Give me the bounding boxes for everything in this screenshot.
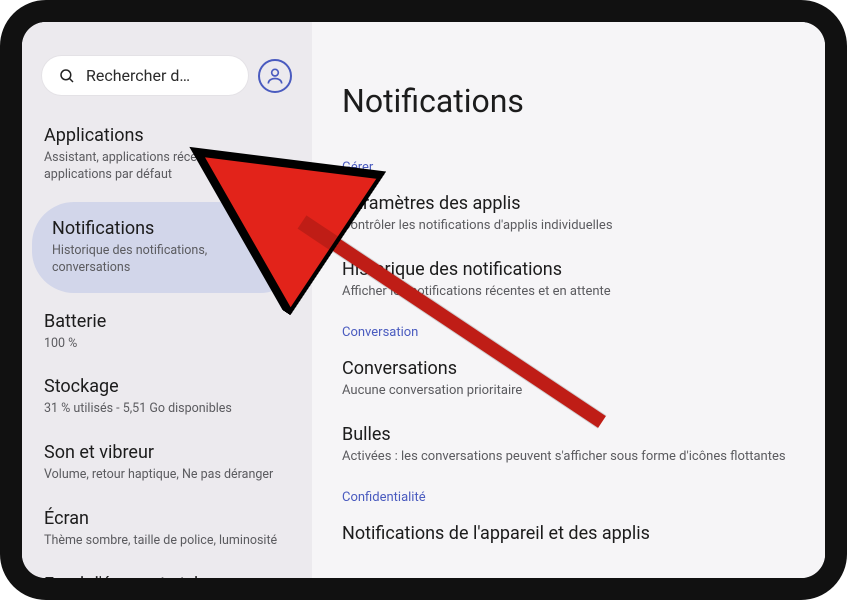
sidebar-item-title: Applications	[44, 125, 290, 146]
setting-title: Historique des notifications	[342, 259, 795, 280]
settings-sidebar: Rechercher d… Applications Assistant, ap…	[22, 22, 312, 578]
sidebar-item-title: Batterie	[44, 311, 290, 332]
sidebar-item-subtitle: Historique des notifications, conversati…	[52, 243, 282, 277]
setting-subtitle: Activées : les conversations peuvent s'a…	[342, 449, 795, 464]
sidebar-item-title: Écran	[44, 508, 290, 529]
setting-subtitle: Afficher les notifications récentes et e…	[342, 284, 795, 299]
setting-title: Conversations	[342, 358, 795, 379]
setting-conversations[interactable]: Conversations Aucune conversation priori…	[342, 358, 795, 398]
sidebar-item-batterie[interactable]: Batterie 100 %	[22, 299, 312, 365]
setting-title: Bulles	[342, 424, 795, 445]
sidebar-item-title: Notifications	[52, 218, 282, 239]
sidebar-item-title: Fond d'écran et style	[44, 574, 290, 595]
section-label-conversation: Conversation	[342, 325, 795, 340]
account-avatar[interactable]	[258, 59, 292, 93]
setting-notifications-appareil-applis[interactable]: Notifications de l'appareil et des appli…	[342, 523, 795, 544]
sidebar-item-title: Son et vibreur	[44, 442, 290, 463]
setting-bulles[interactable]: Bulles Activées : les conversations peuv…	[342, 424, 795, 464]
search-input[interactable]: Rechercher d…	[42, 56, 248, 95]
setting-historique-notifications[interactable]: Historique des notifications Afficher le…	[342, 259, 795, 299]
sidebar-item-subtitle: Thème sombre, taille de police, luminosi…	[44, 533, 290, 550]
page-title: Notifications	[342, 82, 795, 120]
search-icon	[58, 67, 76, 85]
setting-subtitle: Aucune conversation prioritaire	[342, 383, 795, 398]
sidebar-item-subtitle: Volume, retour haptique, Ne pas déranger	[44, 467, 290, 484]
section-label-gerer: Gérer	[342, 160, 795, 175]
setting-subtitle: Contrôler les notifications d'applis ind…	[342, 218, 795, 233]
setting-title: Paramètres des applis	[342, 193, 795, 214]
setting-parametres-applis[interactable]: Paramètres des applis Contrôler les noti…	[342, 193, 795, 233]
sidebar-item-fond-decran[interactable]: Fond d'écran et style Couleurs, icônes à…	[22, 562, 312, 600]
sidebar-item-applications[interactable]: Applications Assistant, applications réc…	[22, 113, 312, 196]
screen: Rechercher d… Applications Assistant, ap…	[22, 22, 825, 578]
search-placeholder: Rechercher d…	[86, 66, 190, 85]
main-pane: Notifications Gérer Paramètres des appli…	[312, 22, 825, 578]
sidebar-item-title: Stockage	[44, 376, 290, 397]
section-label-confidentialite: Confidentialité	[342, 490, 795, 505]
camera-dots	[410, 8, 438, 12]
sidebar-item-subtitle: Assistant, applications récentes, applic…	[44, 150, 290, 184]
search-row: Rechercher d…	[22, 46, 312, 113]
tablet-frame: Rechercher d… Applications Assistant, ap…	[0, 0, 847, 600]
sidebar-item-ecran[interactable]: Écran Thème sombre, taille de police, lu…	[22, 496, 312, 562]
setting-title: Notifications de l'appareil et des appli…	[342, 523, 795, 544]
sidebar-item-subtitle: 100 %	[44, 336, 290, 353]
sidebar-item-stockage[interactable]: Stockage 31 % utilisés - 5,51 Go disponi…	[22, 364, 312, 430]
sidebar-item-son-et-vibreur[interactable]: Son et vibreur Volume, retour haptique, …	[22, 430, 312, 496]
sidebar-item-subtitle: 31 % utilisés - 5,51 Go disponibles	[44, 401, 290, 418]
sidebar-item-notifications[interactable]: Notifications Historique des notificatio…	[32, 202, 302, 293]
person-icon	[265, 66, 285, 86]
